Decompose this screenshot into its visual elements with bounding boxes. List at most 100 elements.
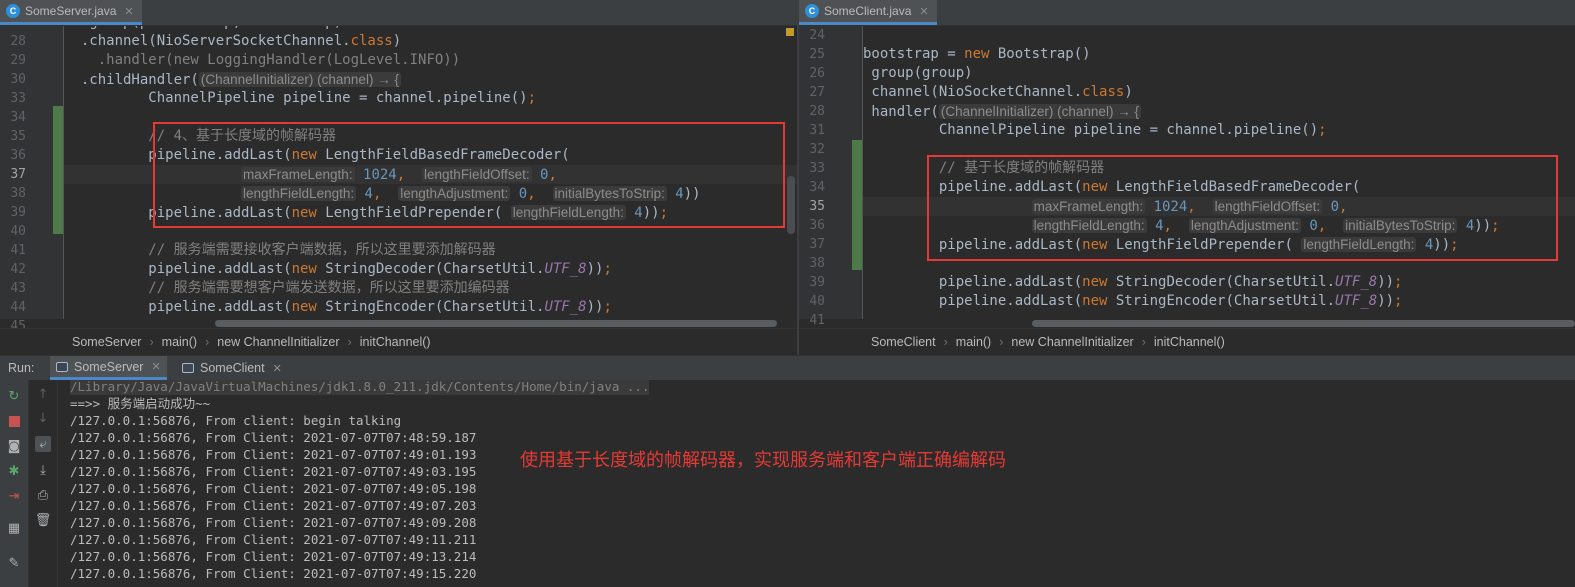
line-number: 31 <box>809 123 825 138</box>
console-tools-strip: ↑ ↓ ⤶ ⤓ ⎙ 🗑 <box>29 380 58 587</box>
code-line[interactable]: .childHandler((ChannelInitializer) (chan… <box>64 70 797 89</box>
console-line: /127.0.0.1:56876, From Client: 2021-07-0… <box>70 481 477 496</box>
warning-marker-icon[interactable] <box>786 28 794 36</box>
console-line: /127.0.0.1:56876, From Client: 2021-07-0… <box>70 515 477 530</box>
code-line[interactable]: bootstrap = new Bootstrap() <box>863 45 1575 64</box>
console-line: /127.0.0.1:56876, From Client: 2021-07-0… <box>70 498 477 513</box>
breadcrumb-item[interactable]: SomeServer <box>72 335 141 349</box>
code-line[interactable]: pipeline.addLast(new StringEncoder(Chars… <box>64 298 797 317</box>
print-icon[interactable]: ⎙ <box>35 487 51 503</box>
line-number: 40 <box>10 224 26 239</box>
code-line[interactable]: handler((ChannelInitializer) (channel) →… <box>863 102 1575 121</box>
console-command-line[interactable]: /Library/Java/JavaVirtualMachines/jdk1.8… <box>70 380 650 395</box>
console-line: /127.0.0.1:56876, From Client: 2021-07-0… <box>70 430 477 445</box>
code-line[interactable]: pipeline.addLast(new StringDecoder(Chars… <box>64 260 797 279</box>
down-arrow-icon[interactable]: ↓ <box>35 410 51 426</box>
client-editor-tabbar: C SomeClient.java ✕ <box>799 0 1575 26</box>
run-tab-someserver[interactable]: SomeServer ✕ <box>50 356 167 380</box>
line-number: 35 <box>809 199 825 214</box>
code-line[interactable] <box>64 317 797 319</box>
line-number: 28 <box>10 34 26 49</box>
code-line[interactable]: // 服务端需要接收客户端数据，所以这里要添加解码器 <box>64 241 797 260</box>
console-icon <box>56 361 68 372</box>
line-number: 33 <box>809 161 825 176</box>
pin-icon[interactable]: ✎ <box>6 555 22 571</box>
up-arrow-icon[interactable]: ↑ <box>35 386 51 402</box>
run-tab-someclient[interactable]: SomeClient ✕ <box>176 356 288 380</box>
line-number: 41 <box>10 243 26 258</box>
console-icon <box>182 363 194 373</box>
run-tab-label: SomeServer <box>74 359 144 374</box>
breadcrumb: SomeServer › main() › new ChannelInitializ… <box>0 328 797 355</box>
trash-icon[interactable]: 🗑 <box>35 512 52 528</box>
code-line[interactable]: .handler(new LoggingHandler(LogLevel.INF… <box>64 51 797 70</box>
stop-icon[interactable] <box>6 413 22 429</box>
line-number: 25 <box>809 47 825 62</box>
horizontal-scrollbar[interactable] <box>1032 320 1575 327</box>
code-line[interactable]: channel(NioSocketChannel.class) <box>863 83 1575 102</box>
code-line[interactable]: pipeline.addLast(new StringEncoder(Chars… <box>863 292 1575 311</box>
code-line[interactable] <box>863 26 1575 45</box>
line-number: 40 <box>809 294 825 309</box>
client-editor-pane: C SomeClient.java ✕ bootstrap = new Boot… <box>799 0 1575 355</box>
server-code-editor[interactable]: .group(parentGroup, childGroup) .channel… <box>0 26 797 334</box>
code-line[interactable]: group(group) <box>863 64 1575 83</box>
java-class-icon: C <box>6 4 20 18</box>
change-marker <box>53 106 63 234</box>
debug-icon[interactable]: ✱ <box>6 463 22 479</box>
exit-icon[interactable]: ⇥ <box>6 488 22 504</box>
line-number: 38 <box>809 256 825 271</box>
line-number: 38 <box>10 186 26 201</box>
console-line: /127.0.0.1:56876, From Client: 2021-07-0… <box>70 447 477 462</box>
rerun-icon[interactable]: ↻ <box>6 388 22 404</box>
highlight-box <box>153 122 785 228</box>
breadcrumb-item[interactable]: new ChannelInitializer <box>217 335 339 349</box>
close-icon[interactable]: ✕ <box>151 360 160 373</box>
code-line[interactable]: ChannelPipeline pipeline = channel.pipel… <box>64 89 797 108</box>
breadcrumb-item[interactable]: initChannel() <box>1154 335 1225 349</box>
line-number: 43 <box>10 281 26 296</box>
code-line[interactable] <box>863 311 1575 319</box>
line-number: 24 <box>809 28 825 43</box>
tab-someserver-java[interactable]: C SomeServer.java ✕ <box>0 0 142 25</box>
code-line[interactable]: ChannelPipeline pipeline = channel.pipel… <box>863 121 1575 140</box>
horizontal-scrollbar[interactable] <box>215 320 777 327</box>
soft-wrap-icon[interactable]: ⤶ <box>35 436 51 452</box>
tab-label: SomeClient.java <box>824 4 912 18</box>
run-toolbar: Run: SomeServer ✕ SomeClient ✕ <box>0 355 1575 380</box>
line-number: 37 <box>10 167 26 182</box>
line-number: 32 <box>809 142 825 157</box>
line-number: 34 <box>10 110 26 125</box>
vertical-scrollbar[interactable] <box>787 176 795 234</box>
breadcrumb-item[interactable]: main() <box>162 335 197 349</box>
line-number: 35 <box>10 129 26 144</box>
line-number: 37 <box>809 237 825 252</box>
java-class-icon: C <box>805 4 819 18</box>
close-icon[interactable]: ✕ <box>919 5 928 18</box>
camera-icon[interactable]: ◙ <box>6 438 22 454</box>
close-icon[interactable]: ✕ <box>273 362 282 375</box>
client-code-editor[interactable]: bootstrap = new Bootstrap() group(group)… <box>799 26 1575 328</box>
code-line[interactable]: .channel(NioServerSocketChannel.class) <box>64 32 797 51</box>
breadcrumb-item[interactable]: SomeClient <box>871 335 936 349</box>
server-editor-tabbar: C SomeServer.java ✕ <box>0 0 797 26</box>
line-number: 36 <box>809 218 825 233</box>
code-line[interactable]: pipeline.addLast(new StringDecoder(Chars… <box>863 273 1575 292</box>
tab-someclient-java[interactable]: C SomeClient.java ✕ <box>799 0 937 25</box>
close-icon[interactable]: ✕ <box>124 5 133 18</box>
breadcrumb: SomeClient › main() › new ChannelInitializ… <box>799 328 1575 355</box>
console-line: /127.0.0.1:56876, From Client: 2021-07-0… <box>70 549 477 564</box>
tab-label: SomeServer.java <box>25 4 117 18</box>
scroll-to-end-icon[interactable]: ⤓ <box>35 462 51 478</box>
console-output[interactable]: 使用基于长度域的帧解码器，实现服务端和客户端正确编解码 /Library/Jav… <box>58 380 1575 587</box>
breadcrumb-item[interactable]: main() <box>956 335 991 349</box>
line-number: 42 <box>10 262 26 277</box>
layout-icon[interactable]: ▦ <box>6 520 22 536</box>
breadcrumb-item[interactable]: initChannel() <box>360 335 431 349</box>
run-tab-label: SomeClient <box>200 361 265 375</box>
line-number: 30 <box>10 72 26 87</box>
breadcrumb-item[interactable]: new ChannelInitializer <box>1011 335 1133 349</box>
run-tools-strip: ↻ ◙ ✱ ⇥ ▦ ✎ <box>0 380 29 587</box>
line-number: 26 <box>809 66 825 81</box>
code-line[interactable]: // 服务端需要想客户端发送数据，所以这里要添加编码器 <box>64 279 797 298</box>
